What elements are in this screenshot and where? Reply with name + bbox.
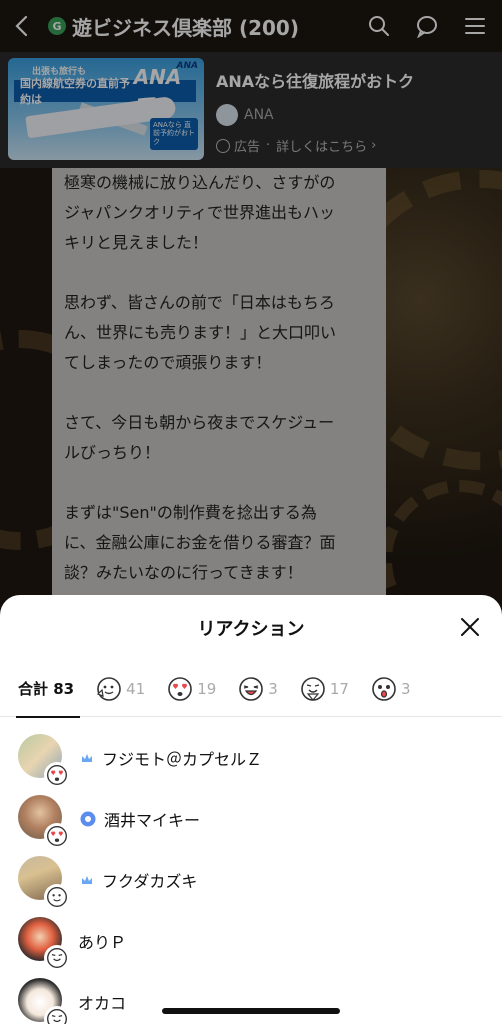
user-name: 酒井マイキー [104,810,201,830]
reaction-badge [44,822,70,849]
surprised-face-icon [372,676,396,701]
tab-surprised[interactable]: 3 [371,661,411,717]
verified-icon [80,811,96,826]
tab-count: 3 [400,679,411,698]
tab-count: 19 [197,679,217,698]
crown-icon [82,875,92,884]
list-item[interactable]: フジモト＠カプセルＺ [0,727,502,788]
home-indicator [162,1008,340,1014]
thumbs-up-face-icon [97,676,121,701]
reaction-badge [44,761,70,788]
reaction-sheet: リアクション 合計 83 41 19 3 17 3 フジモト＠カプセルＺ 酒井マ… [0,595,502,1024]
list-item[interactable]: ありＰ [0,910,502,971]
clapping-face-icon [301,676,325,701]
tab-clapping[interactable]: 17 [300,661,349,717]
avatar-wrap [18,977,70,1024]
list-item[interactable]: フクダカズキ [0,849,502,910]
laughing-face-icon [239,676,264,701]
avatar-wrap [18,855,70,910]
clapping-face-icon [47,947,67,968]
crown-icon [82,753,92,762]
heart-eyes-face-icon [47,764,67,785]
tab-label: 合計 83 [18,680,75,698]
list-item[interactable]: オカコ [0,971,502,1024]
user-name: オカコ [78,993,127,1013]
sheet-header: リアクション [0,595,502,661]
reaction-badge [44,944,70,971]
avatar-wrap [18,733,70,788]
heart-eyes-face-icon [47,825,67,846]
avatar-wrap [18,794,70,849]
user-name: フクダカズキ [102,871,198,891]
user-name: ありＰ [78,932,127,952]
user-name: フジモト＠カプセルＺ [102,749,263,769]
heart-eyes-face-icon [168,676,193,701]
tab-total[interactable]: 合計 83 [15,661,81,718]
tab-count: 17 [329,679,349,698]
reaction-badge [44,1005,70,1024]
reaction-badge [44,883,70,910]
reaction-user-list: フジモト＠カプセルＺ 酒井マイキー フクダカズキ ありＰ オカコ [0,717,502,1024]
sheet-title: リアクション [197,619,305,640]
close-icon[interactable] [458,615,482,639]
tab-thumbs-up[interactable]: 41 [96,661,145,717]
tab-count: 41 [126,679,146,698]
tab-heart-eyes[interactable]: 19 [167,661,216,717]
thumbs-up-face-icon [47,886,67,907]
avatar-wrap [18,916,70,971]
clapping-face-icon [47,1008,67,1024]
tab-count: 3 [268,679,278,698]
reaction-tabs: 合計 83 41 19 3 17 3 [0,661,502,718]
list-item[interactable]: 酒井マイキー [0,788,502,849]
tab-laughing[interactable]: 3 [238,661,278,717]
